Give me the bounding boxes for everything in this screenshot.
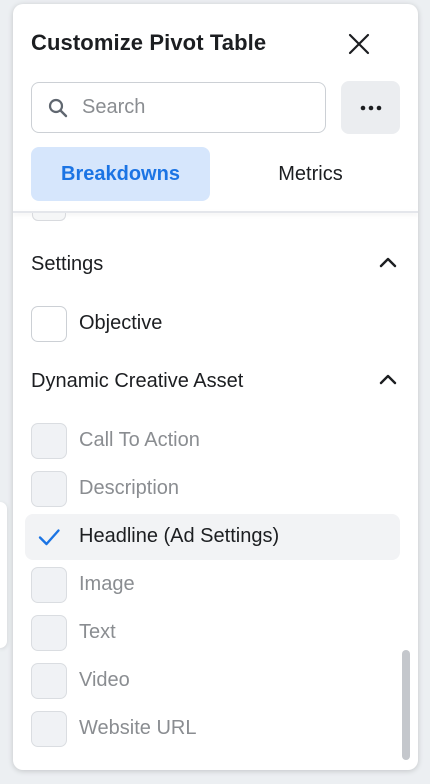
list-item-image[interactable]: Image — [25, 562, 400, 608]
search-field[interactable] — [31, 82, 326, 133]
checkmark-icon — [38, 529, 60, 546]
scrollbar-thumb[interactable] — [402, 650, 410, 760]
search-icon — [48, 98, 68, 117]
tab-breakdowns[interactable]: Breakdowns — [31, 147, 210, 201]
section-title: Settings — [31, 252, 104, 275]
chevron-up-icon — [379, 374, 397, 385]
chevron-up-icon — [379, 257, 397, 268]
section-title: Dynamic Creative Asset — [31, 369, 244, 392]
checkbox[interactable] — [31, 519, 67, 555]
tab-metrics[interactable]: Metrics — [221, 147, 400, 201]
list-item-description[interactable]: Description — [25, 466, 400, 512]
partially-scrolled-checkbox — [32, 213, 66, 221]
checkbox[interactable] — [31, 567, 67, 603]
list-item-call-to-action[interactable]: Call To Action — [25, 418, 400, 464]
breakdown-list[interactable]: Settings Objective Dynamic Creative Asse… — [13, 213, 418, 770]
section-header-settings[interactable]: Settings — [13, 244, 418, 284]
list-item-label: Website URL — [79, 717, 197, 739]
background-panel-edge — [0, 502, 7, 648]
list-item-headline-ad-settings[interactable]: Headline (Ad Settings) — [25, 514, 400, 560]
close-icon — [348, 33, 370, 55]
list-item-label: Description — [79, 477, 180, 499]
close-button[interactable] — [341, 26, 377, 62]
list-item-text[interactable]: Text — [25, 610, 400, 656]
checkbox[interactable] — [31, 615, 67, 651]
checkbox[interactable] — [31, 423, 67, 459]
checkbox[interactable] — [31, 711, 67, 747]
dialog-title: Customize Pivot Table — [31, 30, 267, 55]
more-options-button[interactable] — [341, 81, 400, 134]
list-item-video[interactable]: Video — [25, 658, 400, 704]
list-item-label: Objective — [79, 312, 163, 334]
more-icon — [360, 105, 381, 110]
list-item-label: Text — [79, 621, 116, 643]
customize-pivot-table-dialog: Customize Pivot Table Breakdowns Metrics… — [13, 4, 418, 770]
list-item-label: Headline (Ad Settings) — [79, 525, 280, 547]
checkbox[interactable] — [31, 471, 67, 507]
list-item-objective[interactable]: Objective — [25, 301, 400, 347]
list-item-label: Video — [79, 669, 130, 691]
list-item-website-url[interactable]: Website URL — [25, 706, 400, 752]
search-input[interactable] — [80, 95, 304, 120]
section-header-dynamic-creative-asset[interactable]: Dynamic Creative Asset — [13, 361, 418, 401]
checkbox[interactable] — [31, 306, 67, 342]
list-item-label: Image — [79, 573, 135, 595]
list-item-label: Call To Action — [79, 429, 200, 451]
checkbox[interactable] — [31, 663, 67, 699]
